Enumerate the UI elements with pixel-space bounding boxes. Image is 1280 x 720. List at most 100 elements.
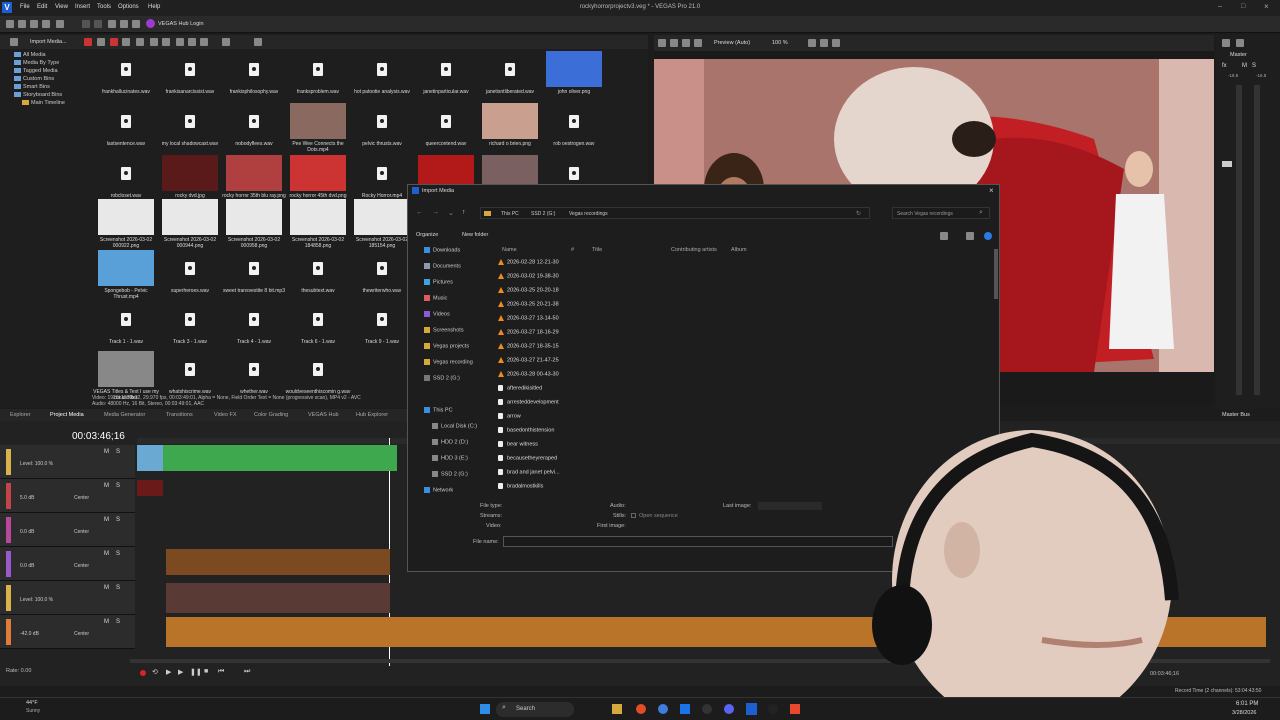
save-snapshot-icon[interactable] [832, 39, 840, 47]
nav-quick-access-item[interactable]: Music [424, 295, 447, 301]
media-thumbnail[interactable]: frankhallucinates.wav [96, 51, 156, 101]
close-icon[interactable]: × [1264, 2, 1269, 11]
column-title[interactable]: Title [592, 247, 602, 253]
breadcrumb-ssd[interactable]: SSD 2 (G:) [531, 211, 555, 217]
new-icon[interactable] [6, 20, 14, 28]
stop-button[interactable]: ■ [204, 668, 208, 675]
file-row-video[interactable]: 2026-03-02 19-38-30 [498, 273, 559, 279]
file-explorer-icon[interactable] [612, 704, 622, 714]
audio-clip-red[interactable] [137, 480, 163, 496]
media-thumbnail[interactable]: thesubtext.wav [288, 250, 348, 300]
file-row-video[interactable]: 2026-03-27 13-14-50 [498, 315, 559, 321]
tab-project-media[interactable]: Project Media [50, 412, 84, 418]
media-thumbnail[interactable]: superheroes.wav [160, 250, 220, 300]
preview-pane-icon[interactable] [966, 232, 974, 240]
search-icon[interactable] [222, 38, 230, 46]
render-icon[interactable] [42, 20, 50, 28]
nav-quick-access-item[interactable]: Screenshots [424, 327, 464, 333]
file-row-audio[interactable]: bear witness [498, 441, 538, 447]
preview-settings-icon[interactable] [658, 39, 666, 47]
media-thumbnail[interactable]: hot patootie analysis.wav [352, 51, 412, 101]
import-media-button[interactable]: Import Media... [30, 39, 67, 45]
import-icon[interactable] [10, 38, 18, 46]
media-fx-icon[interactable] [150, 38, 158, 46]
fx-icon[interactable] [136, 38, 144, 46]
track-mute-button[interactable]: M [104, 619, 109, 625]
track-mute-button[interactable]: M [104, 483, 109, 489]
track-mute-button[interactable]: M [104, 449, 109, 455]
new-folder-button[interactable]: New folder [462, 232, 488, 238]
tab-explorer[interactable]: Explorer [10, 412, 30, 418]
tree-media-by-type[interactable]: Media By Type [14, 60, 59, 66]
views-icon[interactable] [200, 38, 208, 46]
hub-login-link[interactable]: VEGAS Hub Login [158, 21, 204, 27]
file-row-audio[interactable]: bradalmostkills [498, 483, 543, 489]
overlay-icon[interactable] [694, 39, 702, 47]
tree-storyboard-bins[interactable]: Storyboard Bins [14, 92, 62, 98]
tree-custom-bins[interactable]: Custom Bins [14, 76, 54, 82]
media-thumbnail[interactable]: sweet transvestite 8 bit.mp3 [223, 250, 285, 300]
file-row-video[interactable]: 2026-03-27 18-35-15 [498, 343, 559, 349]
tab-color-grading[interactable]: Color Grading [254, 412, 288, 418]
media-thumbnail[interactable]: VEGAS Titles & Text I use my cat as fill… [93, 351, 159, 401]
nav-quick-access-item[interactable]: Pictures [424, 279, 453, 285]
media-thumbnail[interactable]: Spongebob - Pelvic Thrust.mp4 [96, 250, 156, 300]
media-thumbnail[interactable]: pelvic thrusts.wav [352, 103, 412, 153]
media-thumbnail[interactable]: nobodyflees.wav [224, 103, 284, 153]
stop-icon[interactable] [162, 38, 170, 46]
video-clip-green[interactable] [137, 445, 397, 471]
track-solo-button[interactable]: S [116, 585, 120, 591]
media-thumbnail[interactable]: frankisphilosophy.wav [224, 51, 284, 101]
file-list-scrollbar[interactable] [994, 249, 998, 299]
media-thumbnail[interactable]: franksproblem.wav [288, 51, 348, 101]
file-row-audio[interactable]: arresteddevelopment [498, 399, 559, 405]
hub-icon[interactable] [146, 19, 155, 28]
settings-icon[interactable] [56, 20, 64, 28]
tab-media-generator[interactable]: Media Generator [104, 412, 145, 418]
refresh-icon[interactable]: ↻ [856, 210, 861, 217]
file-row-video[interactable]: 2026-02-28 12-21-30 [498, 259, 559, 265]
file-row-audio[interactable]: becausetheyreraped [498, 455, 557, 461]
file-row-video[interactable]: 2026-03-27 21-47-25 [498, 357, 559, 363]
media-thumbnail[interactable]: janetinparticular.wav [416, 51, 476, 101]
track-header[interactable]: M S Level: 100.0 % [0, 581, 135, 615]
media-thumbnail[interactable]: Track 6 - 1.wav [288, 301, 348, 351]
media-thumbnail[interactable]: whatshiscrime.wav [160, 351, 220, 401]
record-button[interactable] [140, 670, 146, 676]
video-clip-spongebob[interactable] [137, 445, 163, 471]
file-row-video[interactable]: 2026-03-28 00-43-30 [498, 371, 559, 377]
breadcrumb-vegas-recordings[interactable]: Vegas recordings [569, 211, 608, 217]
grid-icon[interactable] [808, 39, 816, 47]
column-album[interactable]: Album [731, 247, 747, 253]
media-thumbnail[interactable]: lastsentence.wav [96, 103, 156, 153]
track-header[interactable]: M S 0.0 dB Center [0, 513, 135, 547]
master-solo-button[interactable]: S [1252, 63, 1256, 69]
search-icon[interactable]: ⌕ [979, 209, 983, 217]
weather-temp[interactable]: 44°F [26, 700, 38, 706]
media-thumbnail[interactable]: rocky horror 35th blu ray.png [222, 155, 286, 205]
vegas-taskbar-icon[interactable] [746, 703, 757, 715]
nav-quick-access-item[interactable]: Vegas projects [424, 343, 469, 349]
track-solo-button[interactable]: S [116, 619, 120, 625]
autopreview-icon[interactable] [188, 38, 196, 46]
file-row-audio[interactable]: brad and janet pelvi... [498, 469, 560, 475]
track-header[interactable]: M S Level: 100.0 % [0, 445, 135, 479]
edge-icon[interactable] [658, 704, 668, 714]
nav-tree-item[interactable]: This PC [424, 407, 453, 413]
undo-icon[interactable] [108, 20, 116, 28]
track-solo-button[interactable]: S [116, 449, 120, 455]
file-row-audio[interactable]: arrow [498, 413, 521, 419]
column-number[interactable]: # [571, 247, 574, 253]
media-thumbnail[interactable]: thewriterwho.wav [352, 250, 412, 300]
track-mute-button[interactable]: M [104, 517, 109, 523]
column-contributing-artists[interactable]: Contributing artists [671, 247, 717, 253]
media-thumbnail[interactable]: Track 9 - 1.wav [352, 301, 412, 351]
tree-tagged-media[interactable]: Tagged Media [14, 68, 58, 74]
go-to-end-button[interactable]: ⏭ [244, 668, 250, 676]
capture-icon[interactable] [97, 38, 105, 46]
media-thumbnail[interactable]: richard o brien.png [480, 103, 540, 153]
brave-icon[interactable] [790, 704, 800, 714]
start-icon[interactable] [480, 704, 490, 714]
history-icon[interactable] [132, 20, 140, 28]
tree-all-media[interactable]: All Media [14, 52, 46, 58]
